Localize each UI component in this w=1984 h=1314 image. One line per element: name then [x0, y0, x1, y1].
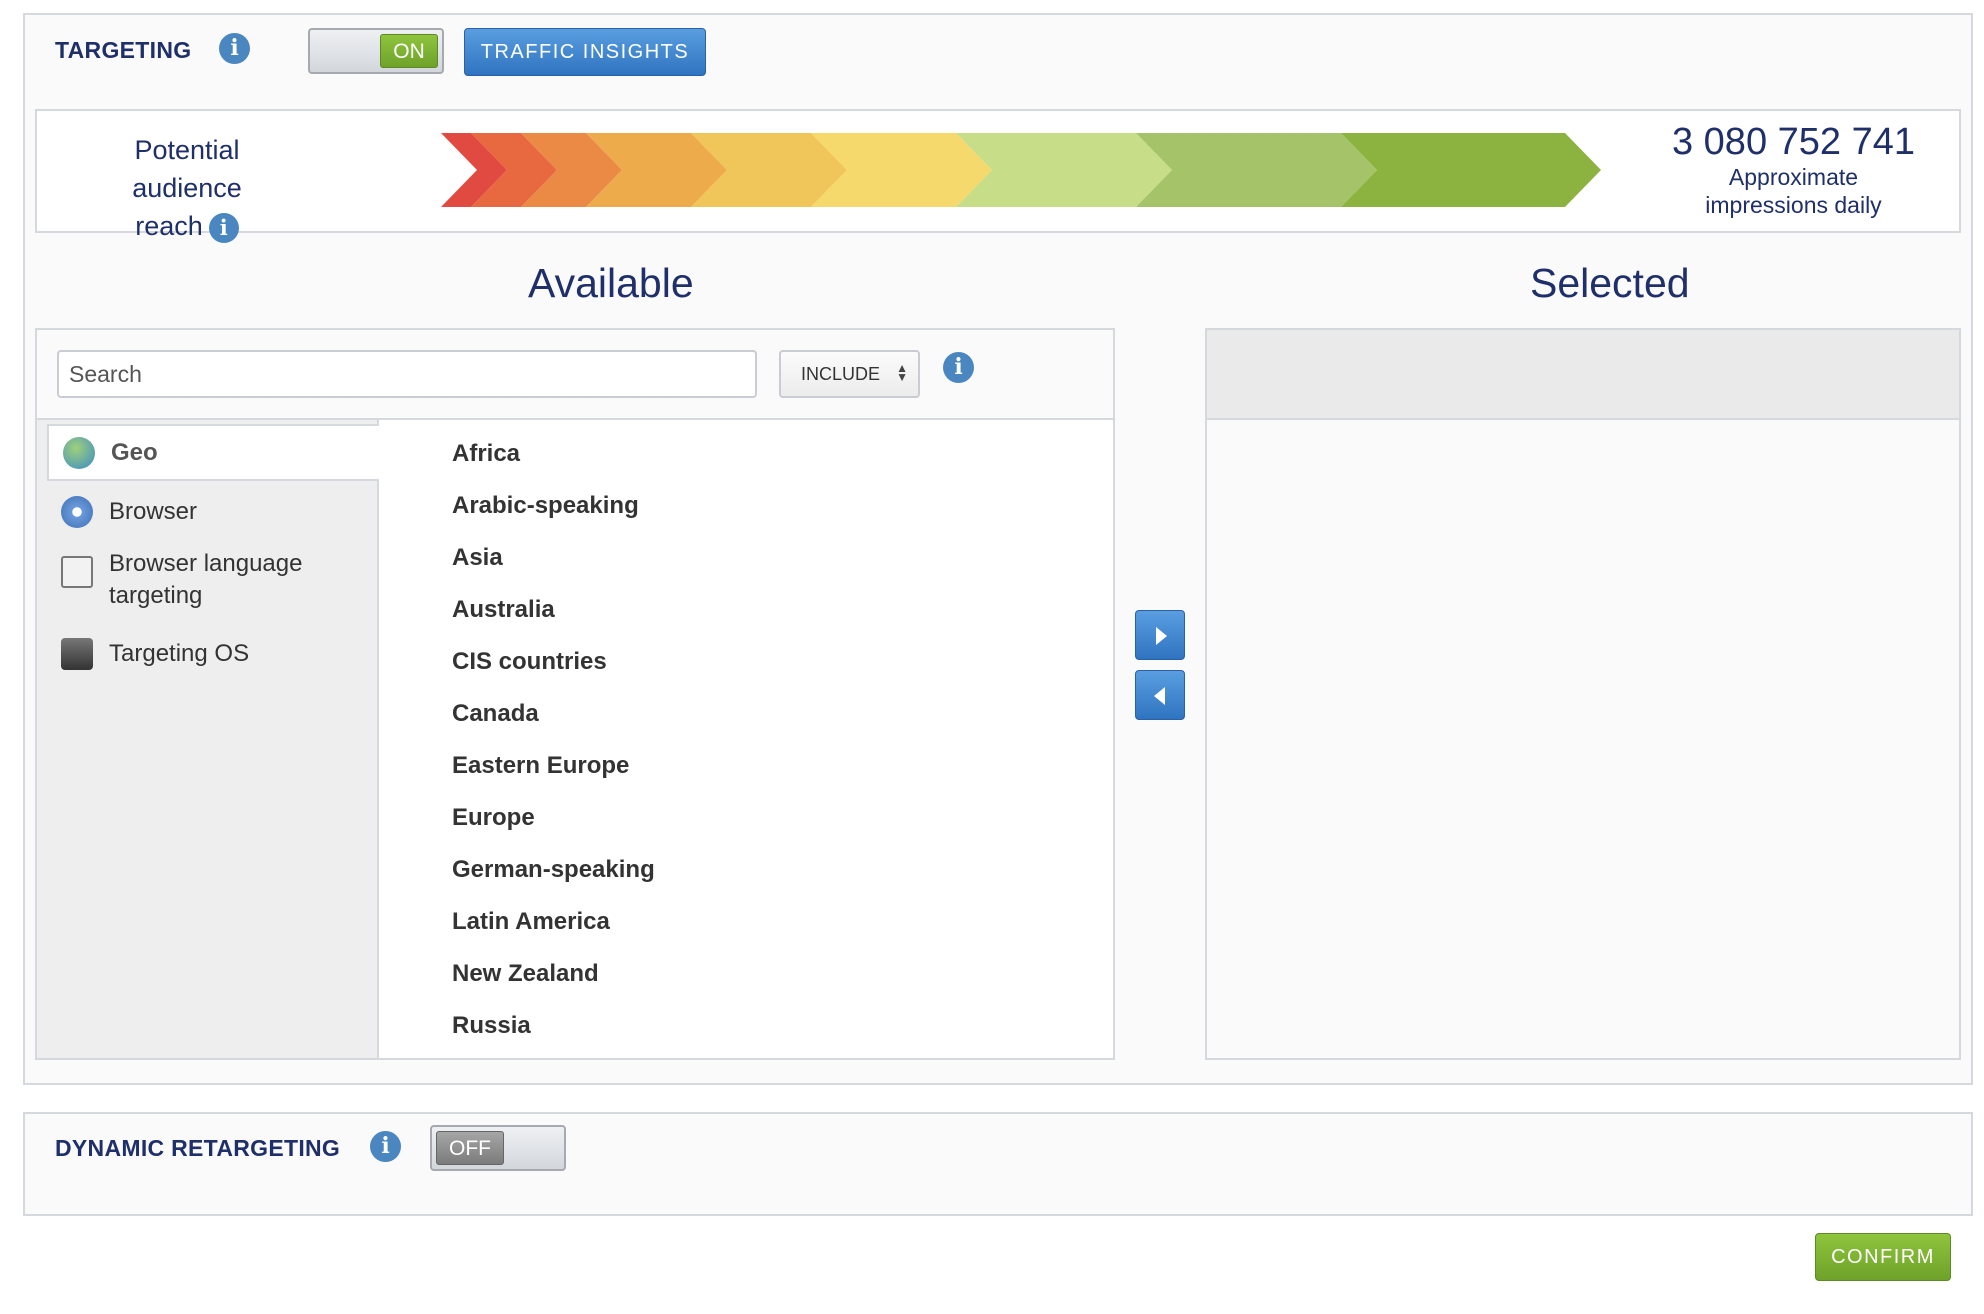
selected-heading: Selected	[1530, 260, 1690, 306]
targeting-panel: TARGETING i ON TRAFFIC INSIGHTS Potentia…	[23, 13, 1973, 1085]
category-label: Browser language targeting	[109, 550, 303, 609]
targeting-title: TARGETING	[55, 37, 192, 63]
category-label: Browser	[109, 498, 198, 525]
targeting-info-icon[interactable]: i	[219, 33, 250, 64]
reach-label-line2: reach	[135, 211, 203, 241]
region-item[interactable]: Europe	[452, 792, 535, 844]
os-icon	[61, 638, 93, 670]
dynamic-retargeting-panel: DYNAMIC RETARGETING i OFF	[23, 1112, 1973, 1216]
add-selected-button[interactable]	[1135, 610, 1185, 660]
selected-panel-header	[1207, 330, 1959, 420]
region-item[interactable]: Eastern Europe	[452, 740, 629, 792]
toggle-on-knob: ON	[380, 34, 438, 68]
remove-selected-button[interactable]	[1135, 670, 1185, 720]
reach-label-line1: Potential audience	[132, 135, 242, 203]
compass-icon	[61, 496, 93, 528]
translate-icon	[61, 556, 93, 588]
region-item[interactable]: Latin America	[452, 896, 610, 948]
available-toolbar: INCLUDE ▲▼ i	[37, 330, 1113, 420]
audience-reach-count-block: 3 080 752 741 Approximate impressions da…	[1672, 121, 1915, 219]
audience-reach-count: 3 080 752 741	[1671, 121, 1915, 163]
region-item[interactable]: Canada	[452, 688, 539, 740]
retargeting-toggle[interactable]: OFF	[430, 1125, 566, 1171]
targeting-toggle[interactable]: ON	[308, 28, 444, 74]
chevron-left-icon	[1154, 687, 1165, 705]
region-item[interactable]: Australia	[452, 584, 555, 636]
available-panel: INCLUDE ▲▼ i Geo Browser Browser languag…	[35, 328, 1115, 1060]
reach-info-icon[interactable]: i	[208, 212, 239, 243]
category-item-targeting-os[interactable]: Targeting OS	[47, 632, 379, 676]
available-heading: Available	[528, 260, 694, 306]
reach-caption-line2: impressions daily	[1705, 192, 1882, 218]
traffic-insights-button[interactable]: TRAFFIC INSIGHTS	[464, 28, 706, 76]
category-label: Targeting OS	[109, 640, 250, 667]
selected-panel	[1205, 328, 1961, 1060]
region-item[interactable]: New Zealand	[452, 948, 599, 1000]
search-input[interactable]	[57, 350, 757, 398]
region-item[interactable]: Arabic-speaking	[452, 480, 639, 532]
region-item[interactable]: CIS countries	[452, 636, 607, 688]
audience-reach-gauge	[441, 133, 1601, 207]
gauge-segment-8	[1136, 133, 1377, 207]
chevron-right-icon	[1156, 627, 1167, 645]
include-mode-value: INCLUDE	[801, 364, 881, 384]
region-item[interactable]: Asia	[452, 532, 503, 584]
include-info-icon[interactable]: i	[943, 352, 974, 383]
category-label: Geo	[111, 439, 158, 466]
retargeting-info-icon[interactable]: i	[370, 1131, 401, 1162]
region-item[interactable]: German-speaking	[452, 844, 655, 896]
reach-caption-line1: Approximate	[1728, 164, 1859, 190]
confirm-button[interactable]: CONFIRM	[1815, 1233, 1951, 1281]
globe-icon	[63, 437, 95, 469]
category-item-browser[interactable]: Browser	[47, 490, 379, 534]
region-item[interactable]: Russia	[452, 1000, 531, 1052]
select-caret-icon: ▲ ▼	[896, 361, 908, 384]
audience-reach-box: Potential audience reach i 3 080 752 741 …	[35, 109, 1961, 243]
region-list: Africa Arabic-speaking Asia Australia CI…	[382, 420, 1113, 1058]
include-mode-select[interactable]: INCLUDE ▲ ▼	[779, 350, 920, 398]
gauge-segment-9	[1341, 133, 1601, 207]
toggle-off-knob: OFF	[436, 1131, 504, 1165]
audience-reach-label: Potential audience reach i	[87, 131, 287, 245]
retargeting-title: DYNAMIC RETARGETING	[55, 1135, 341, 1161]
category-list: Geo Browser Browser language targeting T…	[37, 420, 379, 1058]
category-item-geo[interactable]: Geo	[47, 424, 379, 481]
region-item[interactable]: Africa	[452, 428, 520, 480]
category-item-browser-language[interactable]: Browser language targeting	[47, 548, 379, 612]
